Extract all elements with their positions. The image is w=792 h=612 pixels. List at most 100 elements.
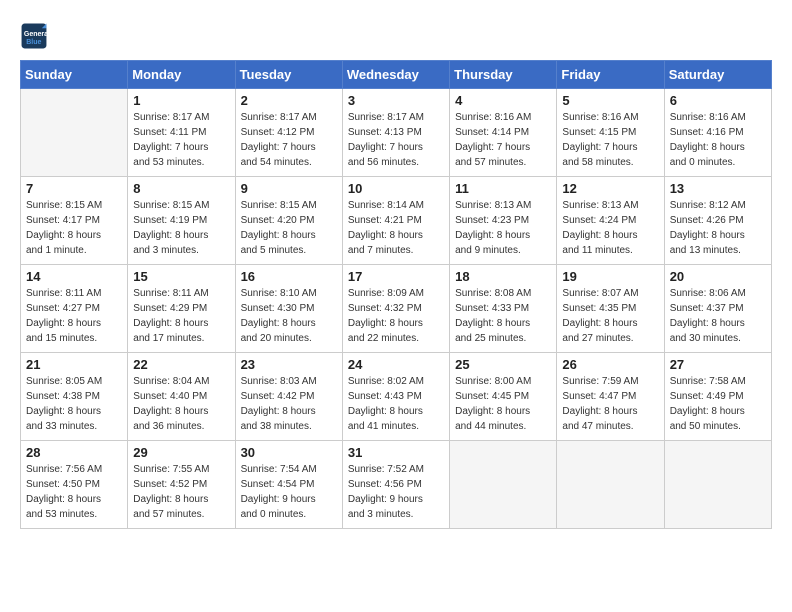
day-number: 24 bbox=[348, 357, 444, 372]
calendar-cell: 25 Sunrise: 8:00 AM Sunset: 4:45 PM Dayli… bbox=[450, 353, 557, 441]
calendar-cell: 15 Sunrise: 8:11 AM Sunset: 4:29 PM Dayli… bbox=[128, 265, 235, 353]
day-info: Sunrise: 8:17 AM Sunset: 4:13 PM Dayligh… bbox=[348, 110, 444, 170]
calendar-cell: 10 Sunrise: 8:14 AM Sunset: 4:21 PM Dayli… bbox=[342, 177, 449, 265]
week-row-3: 21 Sunrise: 8:05 AM Sunset: 4:38 PM Dayli… bbox=[21, 353, 772, 441]
calendar-cell: 21 Sunrise: 8:05 AM Sunset: 4:38 PM Dayli… bbox=[21, 353, 128, 441]
day-number: 28 bbox=[26, 445, 122, 460]
weekday-header-wednesday: Wednesday bbox=[342, 61, 449, 89]
day-number: 12 bbox=[562, 181, 658, 196]
weekday-header-monday: Monday bbox=[128, 61, 235, 89]
day-info: Sunrise: 8:07 AM Sunset: 4:35 PM Dayligh… bbox=[562, 286, 658, 346]
calendar-cell: 26Sunrise: 7:59 AM Sunset: 4:47 PM Dayli… bbox=[557, 353, 664, 441]
day-number: 4 bbox=[455, 93, 551, 108]
day-info: Sunrise: 8:05 AM Sunset: 4:38 PM Dayligh… bbox=[26, 374, 122, 434]
day-info: Sunrise: 8:14 AM Sunset: 4:21 PM Dayligh… bbox=[348, 198, 444, 258]
day-number: 23 bbox=[241, 357, 337, 372]
calendar-cell: 20 Sunrise: 8:06 AM Sunset: 4:37 PM Dayli… bbox=[664, 265, 771, 353]
svg-text:General: General bbox=[24, 31, 48, 38]
day-number: 31 bbox=[348, 445, 444, 460]
day-info: Sunrise: 8:03 AM Sunset: 4:42 PM Dayligh… bbox=[241, 374, 337, 434]
calendar-table: SundayMondayTuesdayWednesdayThursdayFrid… bbox=[20, 60, 772, 529]
day-number: 6 bbox=[670, 93, 766, 108]
calendar-cell: 23 Sunrise: 8:03 AM Sunset: 4:42 PM Dayli… bbox=[235, 353, 342, 441]
logo: General Blue bbox=[20, 22, 52, 50]
day-info: Sunrise: 7:58 AM Sunset: 4:49 PM Dayligh… bbox=[670, 374, 766, 434]
day-number: 15 bbox=[133, 269, 229, 284]
day-info: Sunrise: 8:16 AM Sunset: 4:16 PM Dayligh… bbox=[670, 110, 766, 170]
calendar-cell bbox=[557, 441, 664, 529]
day-info: Sunrise: 8:13 AM Sunset: 4:23 PM Dayligh… bbox=[455, 198, 551, 258]
day-number: 22 bbox=[133, 357, 229, 372]
calendar-cell: 19 Sunrise: 8:07 AM Sunset: 4:35 PM Dayli… bbox=[557, 265, 664, 353]
calendar-cell: 8Sunrise: 8:15 AM Sunset: 4:19 PM Daylig… bbox=[128, 177, 235, 265]
day-info: Sunrise: 8:09 AM Sunset: 4:32 PM Dayligh… bbox=[348, 286, 444, 346]
day-number: 3 bbox=[348, 93, 444, 108]
day-number: 2 bbox=[241, 93, 337, 108]
day-info: Sunrise: 8:16 AM Sunset: 4:14 PM Dayligh… bbox=[455, 110, 551, 170]
day-number: 19 bbox=[562, 269, 658, 284]
logo-icon: General Blue bbox=[20, 22, 48, 50]
weekday-header-thursday: Thursday bbox=[450, 61, 557, 89]
day-info: Sunrise: 7:52 AM Sunset: 4:56 PM Dayligh… bbox=[348, 462, 444, 522]
day-info: Sunrise: 8:11 AM Sunset: 4:27 PM Dayligh… bbox=[26, 286, 122, 346]
calendar-cell bbox=[664, 441, 771, 529]
day-number: 18 bbox=[455, 269, 551, 284]
calendar-cell: 3 Sunrise: 8:17 AM Sunset: 4:13 PM Daylig… bbox=[342, 89, 449, 177]
calendar-cell: 1 Sunrise: 8:17 AM Sunset: 4:11 PM Daylig… bbox=[128, 89, 235, 177]
day-info: Sunrise: 8:02 AM Sunset: 4:43 PM Dayligh… bbox=[348, 374, 444, 434]
day-number: 21 bbox=[26, 357, 122, 372]
day-info: Sunrise: 7:56 AM Sunset: 4:50 PM Dayligh… bbox=[26, 462, 122, 522]
calendar-cell: 29Sunrise: 7:55 AM Sunset: 4:52 PM Dayli… bbox=[128, 441, 235, 529]
day-number: 10 bbox=[348, 181, 444, 196]
day-number: 5 bbox=[562, 93, 658, 108]
day-info: Sunrise: 7:54 AM Sunset: 4:54 PM Dayligh… bbox=[241, 462, 337, 522]
day-number: 13 bbox=[670, 181, 766, 196]
calendar-cell: 28 Sunrise: 7:56 AM Sunset: 4:50 PM Dayli… bbox=[21, 441, 128, 529]
day-info: Sunrise: 8:15 AM Sunset: 4:20 PM Dayligh… bbox=[241, 198, 337, 258]
day-info: Sunrise: 8:06 AM Sunset: 4:37 PM Dayligh… bbox=[670, 286, 766, 346]
day-info: Sunrise: 8:12 AM Sunset: 4:26 PM Dayligh… bbox=[670, 198, 766, 258]
day-number: 9 bbox=[241, 181, 337, 196]
svg-text:Blue: Blue bbox=[26, 39, 41, 46]
calendar-cell: 11Sunrise: 8:13 AM Sunset: 4:23 PM Dayli… bbox=[450, 177, 557, 265]
day-info: Sunrise: 8:15 AM Sunset: 4:19 PM Dayligh… bbox=[133, 198, 229, 258]
week-row-0: 1 Sunrise: 8:17 AM Sunset: 4:11 PM Daylig… bbox=[21, 89, 772, 177]
day-number: 29 bbox=[133, 445, 229, 460]
calendar-cell: 13 Sunrise: 8:12 AM Sunset: 4:26 PM Dayli… bbox=[664, 177, 771, 265]
calendar-cell: 22 Sunrise: 8:04 AM Sunset: 4:40 PM Dayli… bbox=[128, 353, 235, 441]
calendar-cell bbox=[450, 441, 557, 529]
day-info: Sunrise: 8:15 AM Sunset: 4:17 PM Dayligh… bbox=[26, 198, 122, 258]
week-row-1: 7Sunrise: 8:15 AM Sunset: 4:17 PM Daylig… bbox=[21, 177, 772, 265]
calendar-cell: 2Sunrise: 8:17 AM Sunset: 4:12 PM Daylig… bbox=[235, 89, 342, 177]
week-row-4: 28 Sunrise: 7:56 AM Sunset: 4:50 PM Dayli… bbox=[21, 441, 772, 529]
day-number: 27 bbox=[670, 357, 766, 372]
day-number: 25 bbox=[455, 357, 551, 372]
day-number: 26 bbox=[562, 357, 658, 372]
day-number: 16 bbox=[241, 269, 337, 284]
calendar-cell: 16 Sunrise: 8:10 AM Sunset: 4:30 PM Dayli… bbox=[235, 265, 342, 353]
weekday-header-friday: Friday bbox=[557, 61, 664, 89]
day-info: Sunrise: 8:04 AM Sunset: 4:40 PM Dayligh… bbox=[133, 374, 229, 434]
day-info: Sunrise: 8:11 AM Sunset: 4:29 PM Dayligh… bbox=[133, 286, 229, 346]
calendar-cell: 31 Sunrise: 7:52 AM Sunset: 4:56 PM Dayli… bbox=[342, 441, 449, 529]
day-number: 14 bbox=[26, 269, 122, 284]
calendar-cell: 17Sunrise: 8:09 AM Sunset: 4:32 PM Dayli… bbox=[342, 265, 449, 353]
day-info: Sunrise: 8:00 AM Sunset: 4:45 PM Dayligh… bbox=[455, 374, 551, 434]
weekday-header-sunday: Sunday bbox=[21, 61, 128, 89]
weekday-header-tuesday: Tuesday bbox=[235, 61, 342, 89]
calendar-cell: 9 Sunrise: 8:15 AM Sunset: 4:20 PM Daylig… bbox=[235, 177, 342, 265]
day-number: 20 bbox=[670, 269, 766, 284]
day-number: 1 bbox=[133, 93, 229, 108]
calendar-cell bbox=[21, 89, 128, 177]
day-number: 30 bbox=[241, 445, 337, 460]
day-info: Sunrise: 8:13 AM Sunset: 4:24 PM Dayligh… bbox=[562, 198, 658, 258]
calendar-cell: 30 Sunrise: 7:54 AM Sunset: 4:54 PM Dayli… bbox=[235, 441, 342, 529]
calendar-cell: 6 Sunrise: 8:16 AM Sunset: 4:16 PM Daylig… bbox=[664, 89, 771, 177]
day-info: Sunrise: 8:08 AM Sunset: 4:33 PM Dayligh… bbox=[455, 286, 551, 346]
calendar-cell: 4 Sunrise: 8:16 AM Sunset: 4:14 PM Daylig… bbox=[450, 89, 557, 177]
day-info: Sunrise: 8:10 AM Sunset: 4:30 PM Dayligh… bbox=[241, 286, 337, 346]
day-info: Sunrise: 8:16 AM Sunset: 4:15 PM Dayligh… bbox=[562, 110, 658, 170]
calendar-cell: 12 Sunrise: 8:13 AM Sunset: 4:24 PM Dayli… bbox=[557, 177, 664, 265]
day-info: Sunrise: 8:17 AM Sunset: 4:11 PM Dayligh… bbox=[133, 110, 229, 170]
calendar-cell: 5 Sunrise: 8:16 AM Sunset: 4:15 PM Daylig… bbox=[557, 89, 664, 177]
